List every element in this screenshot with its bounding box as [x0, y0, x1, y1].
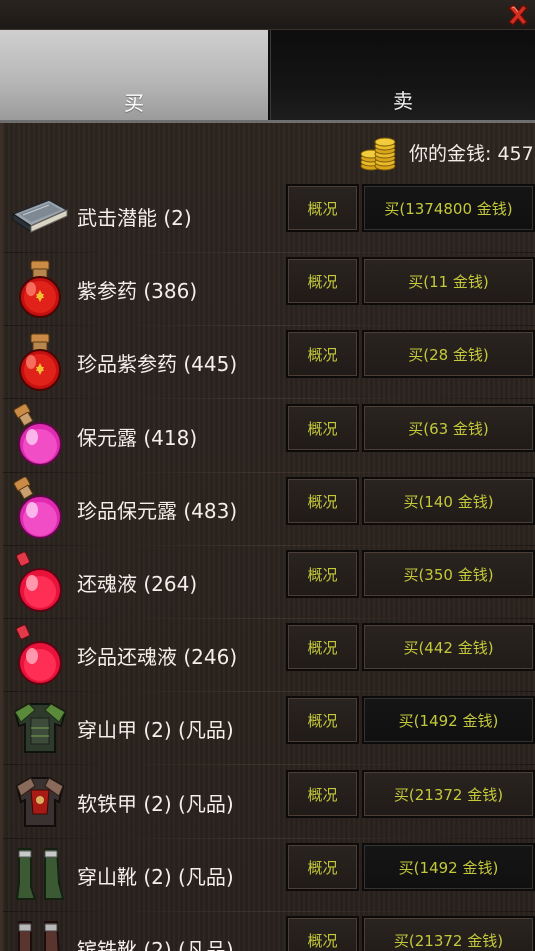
item-buy-button[interactable]: 买(63 金钱): [362, 404, 535, 452]
close-button[interactable]: [504, 1, 532, 29]
shop-item-row: 珍品紫参药 (445) 概况 买(28 金钱): [3, 326, 535, 399]
wallet: 你的金钱: 457: [359, 128, 534, 176]
item-name: 保元露 (418): [77, 426, 198, 450]
red-flask-icon[interactable]: [9, 623, 71, 685]
shop-list[interactable]: 你的金钱: 457 武击潜能 (2) 概况 买(1374800 金钱) 紫参药 …: [0, 123, 535, 951]
pink-potion-icon[interactable]: [9, 403, 71, 466]
item-buy-button[interactable]: 买(350 金钱): [362, 550, 535, 598]
item-name: 武击潜能 (2): [77, 206, 192, 230]
item-info-button[interactable]: 概况: [286, 623, 359, 671]
gold-coins-icon: [360, 137, 396, 171]
red-potion-icon[interactable]: [9, 257, 71, 319]
item-info-button[interactable]: 概况: [286, 330, 359, 378]
shop-item-row: 紫参药 (386) 概况 买(11 金钱): [3, 253, 535, 326]
shop-item-row: 保元露 (418) 概况 买(63 金钱): [3, 400, 535, 473]
item-buy-button[interactable]: 买(140 金钱): [362, 477, 535, 525]
item-info-button[interactable]: 概况: [286, 696, 359, 744]
item-name: 珍品紫参药 (445): [77, 352, 238, 376]
item-name: 珍品还魂液 (246): [77, 645, 238, 669]
item-buy-button[interactable]: 买(442 金钱): [362, 623, 535, 671]
wallet-amount: 你的金钱: 457: [409, 142, 534, 165]
item-buy-button[interactable]: 买(1374800 金钱): [362, 184, 535, 232]
red-armor-icon[interactable]: [9, 770, 71, 832]
shop-item-row: 武击潜能 (2) 概况 买(1374800 金钱): [3, 180, 535, 253]
item-buy-button[interactable]: 买(21372 金钱): [362, 770, 535, 818]
shop-item-row: 软铁甲 (2) (凡品) 概况 买(21372 金钱): [3, 766, 535, 839]
red-boots-icon[interactable]: [9, 916, 71, 951]
item-name: 软铁甲 (2) (凡品): [77, 792, 234, 816]
item-buy-button[interactable]: 买(11 金钱): [362, 257, 535, 305]
item-name: 镔铁靴 (2) (凡品): [77, 938, 234, 951]
item-info-button[interactable]: 概况: [286, 843, 359, 891]
pink-potion-icon[interactable]: [9, 476, 71, 539]
red-flask-icon[interactable]: [9, 550, 71, 612]
green-boots-icon[interactable]: [9, 843, 71, 905]
item-info-button[interactable]: 概况: [286, 550, 359, 598]
close-icon: [507, 3, 529, 27]
red-potion-icon[interactable]: [9, 330, 71, 392]
item-name: 穿山靴 (2) (凡品): [77, 865, 234, 889]
tab-bar: 买 卖: [0, 30, 535, 122]
item-name: 珍品保元露 (483): [77, 499, 238, 523]
book-icon[interactable]: [9, 184, 71, 246]
tab-buy[interactable]: 买: [0, 30, 268, 122]
top-bar: [0, 0, 535, 30]
item-name: 紫参药 (386): [77, 279, 198, 303]
item-info-button[interactable]: 概况: [286, 770, 359, 818]
item-info-button[interactable]: 概况: [286, 184, 359, 232]
green-armor-icon[interactable]: [9, 696, 71, 758]
shop-item-row: 穿山甲 (2) (凡品) 概况 买(1492 金钱): [3, 692, 535, 765]
shop-item-row: 镔铁靴 (2) (凡品) 概况 买(21372 金钱): [3, 912, 535, 951]
item-info-button[interactable]: 概况: [286, 404, 359, 452]
item-buy-button[interactable]: 买(1492 金钱): [362, 696, 535, 744]
shop-item-row: 还魂液 (264) 概况 买(350 金钱): [3, 546, 535, 619]
item-name: 穿山甲 (2) (凡品): [77, 718, 234, 742]
item-name: 还魂液 (264): [77, 572, 198, 596]
item-info-button[interactable]: 概况: [286, 477, 359, 525]
item-info-button[interactable]: 概况: [286, 257, 359, 305]
item-buy-button[interactable]: 买(1492 金钱): [362, 843, 535, 891]
tab-sell[interactable]: 卖: [270, 30, 535, 122]
item-buy-button[interactable]: 买(28 金钱): [362, 330, 535, 378]
shop-item-row: 珍品还魂液 (246) 概况 买(442 金钱): [3, 619, 535, 692]
item-info-button[interactable]: 概况: [286, 916, 359, 951]
shop-item-row: 穿山靴 (2) (凡品) 概况 买(1492 金钱): [3, 839, 535, 912]
item-buy-button[interactable]: 买(21372 金钱): [362, 916, 535, 951]
shop-item-row: 珍品保元露 (483) 概况 买(140 金钱): [3, 473, 535, 546]
